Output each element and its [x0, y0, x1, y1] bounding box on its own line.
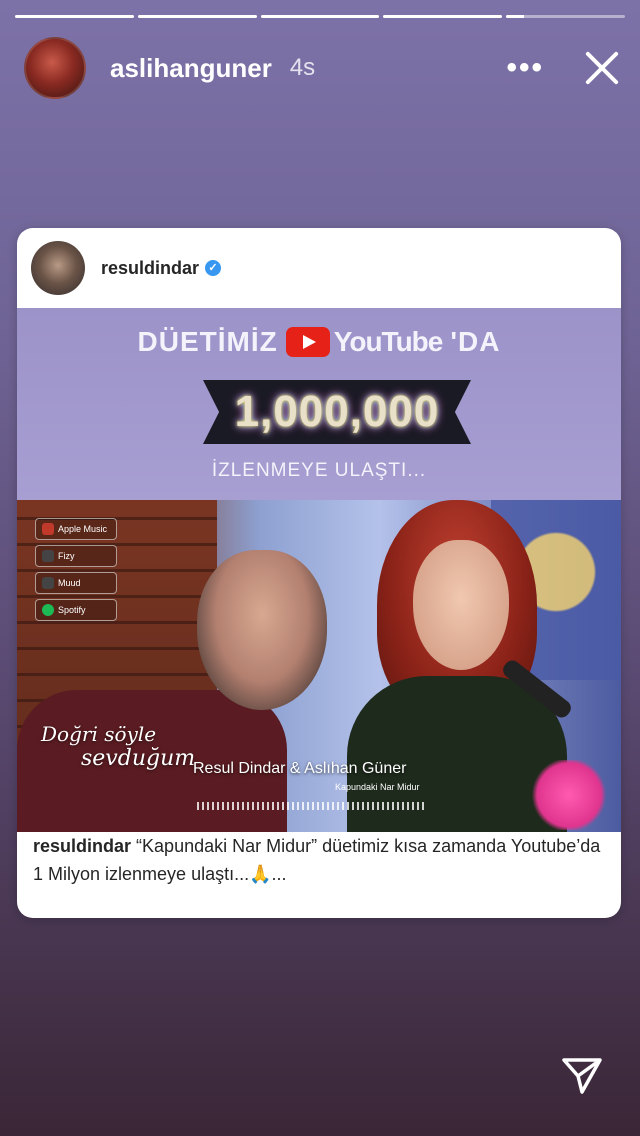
audio-waveform	[197, 796, 427, 816]
banner-headline: DÜETİMİZ YouTube 'DA	[17, 326, 621, 358]
caption-username[interactable]: resuldindar	[33, 836, 131, 856]
youtube-wordmark: YouTube	[333, 326, 444, 357]
fizy-icon	[42, 550, 54, 562]
announcement-banner: DÜETİMİZ YouTube 'DA 1,000,000 İZLENMEYE…	[17, 308, 621, 500]
post-header: resuldindar ✓	[17, 228, 621, 308]
streaming-badge: Muud	[35, 572, 117, 594]
post-image[interactable]: DÜETİMİZ YouTube 'DA 1,000,000 İZLENMEYE…	[17, 308, 621, 832]
story-timestamp: 4s	[289, 54, 316, 81]
post-author-username[interactable]: resuldindar	[101, 258, 199, 279]
lyric-line: Doğri söyle	[41, 722, 157, 746]
story-header: aslihanguner 4s •••	[24, 36, 620, 100]
banner-prefix: DÜETİMİZ	[137, 326, 278, 357]
flowers-decoration	[529, 760, 609, 830]
artist-credit: Resul Dindar & Aslıhan Güner	[193, 760, 407, 777]
streaming-badge: Spotify	[35, 599, 117, 621]
youtube-play-icon	[285, 327, 330, 357]
send-direct-icon[interactable]	[560, 1054, 604, 1098]
post-author-avatar[interactable]	[31, 241, 85, 295]
lyric-line: sevduğum	[81, 746, 196, 771]
progress-segment	[137, 15, 257, 18]
progress-segment	[383, 15, 503, 18]
post-caption: resuldindar “Kapundaki Nar Midur” düetim…	[33, 832, 605, 888]
spotify-icon	[42, 604, 54, 616]
video-still-photo: Apple Music Fizy Muud Spotify Doğri söyl…	[17, 500, 621, 832]
story-username[interactable]: aslihanguner	[110, 53, 272, 84]
muud-icon	[42, 577, 54, 589]
more-horizontal-icon[interactable]: •••	[506, 53, 544, 83]
avatar[interactable]	[24, 37, 86, 99]
streaming-badge: Fizy	[35, 545, 117, 567]
view-count-ribbon: 1,000,000	[203, 380, 471, 444]
verified-badge-icon: ✓	[205, 260, 222, 276]
streaming-platform-list: Apple Music Fizy Muud Spotify	[35, 518, 117, 621]
progress-segment	[506, 15, 625, 18]
view-count: 1,000,000	[234, 387, 440, 436]
progress-segment	[260, 15, 380, 18]
streaming-badge: Apple Music	[35, 518, 117, 540]
shared-post-card[interactable]: resuldindar ✓ DÜETİMİZ YouTube 'DA 1,000…	[17, 228, 621, 918]
banner-subtitle: İZLENMEYE ULAŞTI...	[211, 460, 427, 481]
apple-music-icon	[42, 523, 54, 535]
story-progress-bar	[15, 15, 625, 19]
youtube-logo-icon: YouTube	[285, 326, 444, 358]
progress-segment	[15, 15, 134, 18]
song-title-small: Kapundaki Nar Midur	[335, 782, 420, 792]
close-icon[interactable]	[580, 48, 620, 88]
banner-suffix: 'DA	[450, 326, 501, 357]
